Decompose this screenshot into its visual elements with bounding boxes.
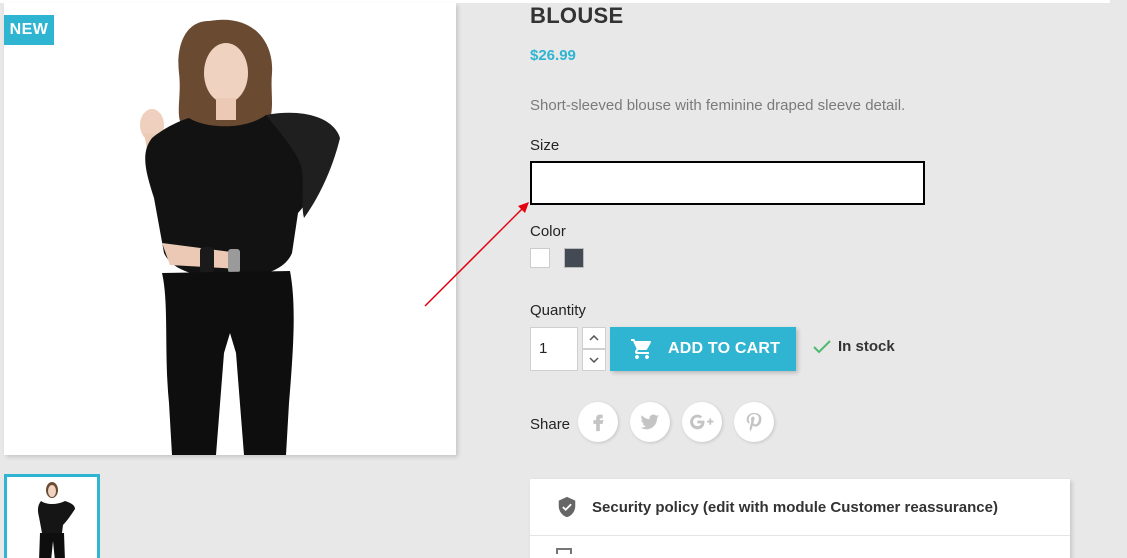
quantity-decrease-button[interactable] <box>582 349 606 371</box>
shopping-cart-icon <box>631 339 652 359</box>
thumbnail-photo <box>7 477 97 558</box>
facebook-icon <box>593 414 604 432</box>
size-label: Size <box>530 137 560 154</box>
google-plus-icon <box>690 414 714 430</box>
shield-icon <box>558 496 576 518</box>
share-facebook-button[interactable] <box>578 402 618 442</box>
reassurance-item: Security policy (edit with module Custom… <box>530 479 1070 536</box>
reassurance-block: Security policy (edit with module Custom… <box>530 479 1070 558</box>
chevron-down-icon <box>589 357 599 363</box>
pinterest-icon <box>746 412 762 432</box>
product-price: $26.99 <box>530 47 576 64</box>
share-label: Share <box>530 416 571 433</box>
product-title: BLOUSE <box>530 3 624 28</box>
product-cover-image[interactable]: NEW <box>4 3 456 455</box>
add-to-cart-button[interactable]: ADD TO CART <box>610 327 796 371</box>
size-select[interactable] <box>530 161 925 205</box>
color-label: Color <box>530 223 566 240</box>
model-photo <box>4 3 456 455</box>
truck-icon <box>556 548 572 554</box>
twitter-icon <box>640 414 660 430</box>
reassurance-text: Security policy (edit with module Custom… <box>592 498 998 516</box>
new-flag-badge: NEW <box>4 15 54 45</box>
share-google-plus-button[interactable] <box>682 402 722 442</box>
share-pinterest-button[interactable] <box>734 402 774 442</box>
product-thumbnail[interactable] <box>4 474 100 558</box>
quantity-label: Quantity <box>530 302 586 319</box>
add-to-cart-label: ADD TO CART <box>668 340 781 357</box>
product-page: NEW BLOUSE $26.99 Short-sleeved blouse w… <box>0 0 1127 558</box>
quantity-increase-button[interactable] <box>582 327 606 349</box>
quantity-input[interactable]: 1 <box>530 327 578 371</box>
check-icon <box>813 339 831 353</box>
product-short-description: Short-sleeved blouse with feminine drape… <box>530 97 906 114</box>
stock-status-text: In stock <box>838 338 895 355</box>
chevron-up-icon <box>589 335 599 341</box>
color-swatch-white[interactable] <box>530 248 550 268</box>
color-swatch-dark-grey[interactable] <box>564 248 584 268</box>
reassurance-item-partial <box>530 536 1070 558</box>
share-twitter-button[interactable] <box>630 402 670 442</box>
stock-availability: In stock <box>812 338 895 355</box>
